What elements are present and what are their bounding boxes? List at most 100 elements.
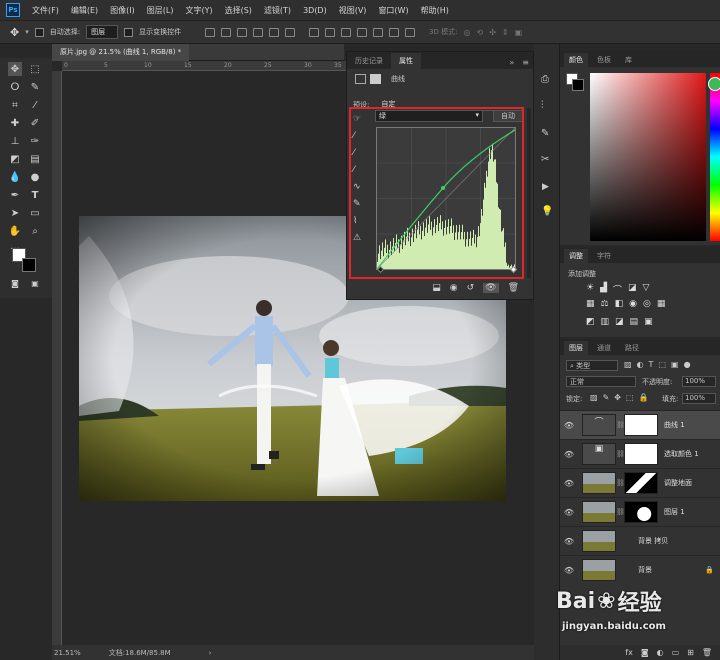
view-previous-icon[interactable]: ◉ [450,283,458,293]
lock-artboard-icon[interactable]: ⬚ [626,393,634,402]
type-icon[interactable]: T [28,188,42,202]
threshold-icon[interactable]: ◪ [615,317,624,327]
lock-move-icon[interactable]: ✥ [614,393,621,402]
targeted-adjust-icon[interactable]: ☞ [353,114,361,124]
black-white-icon[interactable]: ◧ [615,299,624,309]
distribute-top-icon[interactable] [309,27,320,37]
distribute-hcenter-icon[interactable] [373,27,384,37]
exposure-icon[interactable]: ◪ [628,283,637,296]
filter-pixel-icon[interactable]: ▨ [624,360,632,369]
background-color-swatch[interactable] [22,258,36,272]
document-tab[interactable]: 原片.jpg @ 21.5% (曲线 1, RGB/8) * [52,44,190,61]
auto-button[interactable]: 自动 [493,110,523,122]
layer-mask-icon[interactable] [370,74,381,84]
channel-mixer-icon[interactable]: ◎ [643,299,651,309]
new-adjust-icon[interactable]: ◐ [657,648,664,657]
info-lamp-icon[interactable]: 💡 [541,206,553,217]
history-brush-icon[interactable]: ✑ [28,134,42,148]
quick-mask-icon[interactable]: ◙ [8,276,22,290]
pencil-draw-icon[interactable]: ✎ [353,199,361,209]
lock-brush-icon[interactable]: ✎ [603,393,610,402]
healing-brush-icon[interactable]: ✚ [8,116,22,130]
zoom-icon[interactable]: ⌕ [28,224,42,238]
layer-mask-thumb[interactable] [624,443,658,465]
menu-layer[interactable]: 图层(L) [141,5,180,16]
clip-to-layer-icon[interactable]: ⬓ [432,283,441,293]
curves-graph[interactable] [376,127,516,270]
levels-icon[interactable]: ▟ [600,283,607,296]
tab-channels[interactable]: 通道 [592,341,616,355]
eye-icon[interactable]: 👁 [560,421,578,430]
menu-type[interactable]: 文字(Y) [179,5,218,16]
vibrance-icon[interactable]: ▽ [643,283,650,296]
eye-icon[interactable]: 👁 [560,508,578,517]
zoom-level[interactable]: 21.51% [54,649,81,657]
tab-color[interactable]: 颜色 [564,53,588,67]
actions-play-icon[interactable]: ▶ [542,182,549,192]
menu-edit[interactable]: 编辑(E) [65,5,104,16]
menu-3d[interactable]: 3D(D) [297,6,333,15]
delete-icon[interactable]: 🗑 [508,283,519,293]
menu-view[interactable]: 视图(V) [333,5,373,16]
menu-image[interactable]: 图像(I) [104,5,141,16]
brush-panel-icon[interactable]: ✎ [541,128,549,139]
tab-history[interactable]: 历史记录 [347,53,391,69]
rectangle-icon[interactable]: ▭ [28,206,42,220]
gray-point-eyedropper-icon[interactable]: ⁄ [353,148,361,158]
auto-select-checkbox[interactable] [34,27,44,37]
color-balance-icon[interactable]: ⚖ [601,299,609,309]
curves-icon[interactable]: ⌒ [613,283,622,296]
distribute-vcenter-icon[interactable] [325,27,336,37]
layer-mask-thumb[interactable] [624,472,658,494]
menu-window[interactable]: 窗口(W) [372,5,414,16]
roll-3d-icon[interactable]: ⟲ [477,28,484,37]
filter-smart-icon[interactable]: ▣ [671,360,679,369]
tab-adjust[interactable]: 调整 [564,249,588,263]
clone-stamp-icon[interactable]: ⊥ [8,134,22,148]
layer-row[interactable]: 👁 背景 拷贝 [560,526,720,555]
visibility-icon[interactable]: 👁 [483,283,499,293]
posterize-icon[interactable]: ▥ [601,317,610,327]
layer-row[interactable]: 👁 ⛓ 图层 1 [560,497,720,526]
filter-type-icon[interactable]: T [649,360,654,369]
status-chevron-icon[interactable]: › [209,649,212,657]
color-field[interactable] [590,73,706,241]
filter-shape-icon[interactable]: ⬚ [658,360,666,369]
new-layer-icon[interactable]: ⊞ [687,648,694,657]
layer-row[interactable]: 👁 背景 🔒 [560,555,720,584]
layer-mask-thumb[interactable] [624,414,658,436]
pan-3d-icon[interactable]: ✣ [489,28,496,37]
align-left-icon[interactable] [253,27,264,37]
gradient-icon[interactable]: ▤ [28,152,42,166]
blur-icon[interactable]: 💧 [8,170,22,184]
quick-select-icon[interactable]: ✎ [28,80,42,94]
align-vcenter-icon[interactable] [221,27,232,37]
align-bottom-icon[interactable] [237,27,248,37]
curve-control-point[interactable] [441,186,445,190]
curve-edit-icon[interactable]: ∿ [353,182,361,192]
marquee-icon[interactable]: ⬚ [28,62,42,76]
panel-menu-icon[interactable]: ≡ [518,56,533,69]
layer-row[interactable]: 👁 ⌒ ⛓ 曲线 1 [560,410,720,439]
auto-align-icon[interactable] [405,27,416,37]
lock-all-icon[interactable]: 🔒 [639,393,649,402]
bg-swatch[interactable] [572,79,584,91]
adjust-panel-icon[interactable]: ⫶ [541,100,544,111]
menu-select[interactable]: 选择(S) [219,5,258,16]
invert-icon[interactable]: ◩ [586,317,595,327]
new-group-icon[interactable]: ▭ [672,648,680,657]
layer-mask-thumb[interactable] [624,501,658,523]
tool-preset-chevron-icon[interactable]: ▾ [25,28,29,36]
move-tool-icon[interactable]: ✥ [10,26,19,39]
channel-dropdown[interactable]: 绿 ▾ [375,110,483,122]
slide-3d-icon[interactable]: ⇕ [502,28,509,37]
eye-icon[interactable]: 👁 [560,566,578,575]
opacity-input[interactable]: 100% [682,376,716,387]
eye-icon[interactable]: 👁 [560,537,578,546]
hand-icon[interactable]: ✋ [8,224,22,238]
auto-select-dropdown[interactable]: 图层 [86,25,119,39]
eraser-icon[interactable]: ◩ [8,152,22,166]
distribute-left-icon[interactable] [357,27,368,37]
layer-row[interactable]: 👁 ⛓ 调整地面 [560,468,720,497]
crop-icon[interactable]: ⌗ [8,98,22,112]
